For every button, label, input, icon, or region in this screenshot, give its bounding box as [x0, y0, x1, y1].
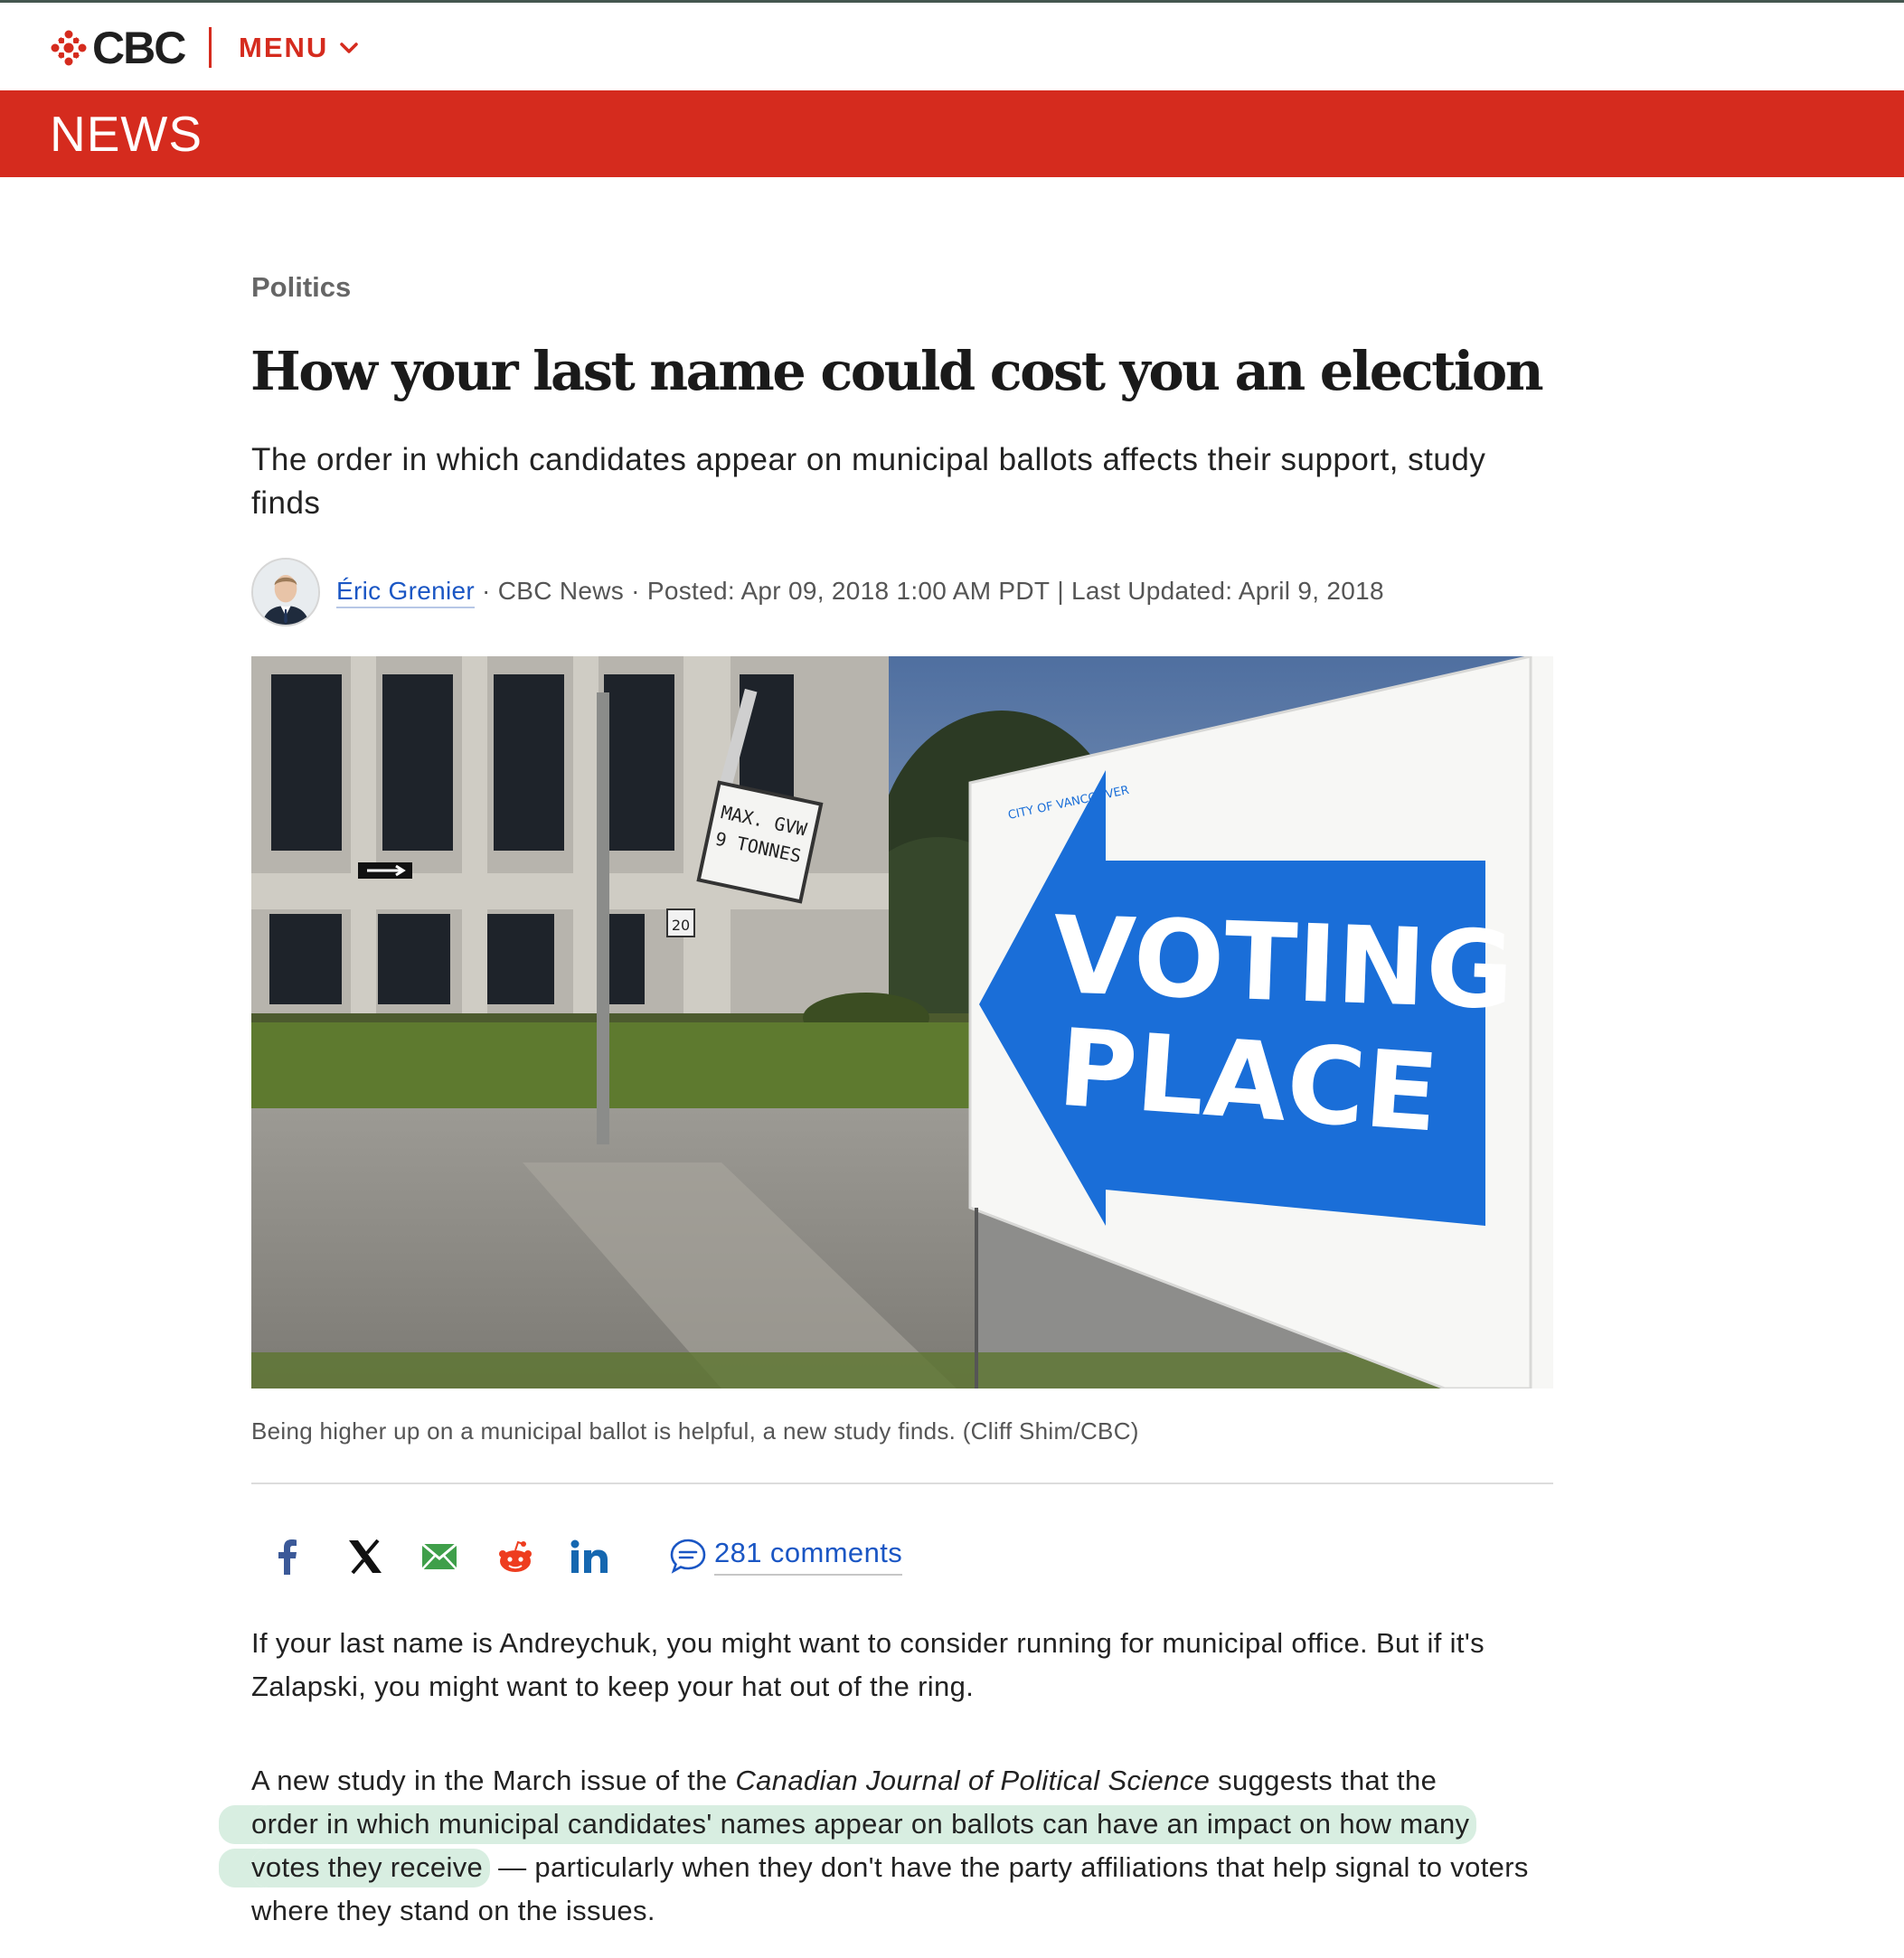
cbc-gem-icon [51, 30, 87, 66]
updated-timestamp: Last Updated: April 9, 2018 [1071, 577, 1384, 605]
highlighted-text[interactable]: order in which municipal candidates' nam… [251, 1805, 1477, 1844]
author-avatar[interactable] [251, 558, 320, 626]
journal-title: Canadian Journal of Political Science [735, 1765, 1211, 1796]
author-link[interactable]: Éric Grenier [336, 576, 475, 608]
share-x-button[interactable] [342, 1535, 389, 1578]
share-bar: 281 comments [251, 1520, 1553, 1593]
share-email-button[interactable] [416, 1535, 463, 1578]
comments-link[interactable]: 281 comments [669, 1533, 903, 1578]
caption-divider [251, 1483, 1553, 1484]
highlighted-text[interactable]: votes they receive [251, 1849, 491, 1887]
voting-place-photo: MAX. GVW 9 TONNES 20 CITY OF VANCOUVER V… [251, 656, 1553, 1388]
header-divider [209, 27, 212, 68]
image-caption: Being higher up on a municipal ballot is… [251, 1417, 1139, 1445]
article-deck: The order in which candidates appear on … [251, 442, 1486, 521]
share-facebook-button[interactable] [264, 1535, 311, 1578]
paragraph-text: suggests that the [1210, 1765, 1437, 1796]
comments-count: 281 comments [714, 1537, 903, 1576]
article-paragraph: If your last name is Andreychuk, you mig… [251, 1627, 1485, 1702]
byline-text: Éric Grenier · CBC News · Posted: Apr 09… [336, 576, 1384, 608]
speed-sign-text: 20 [672, 917, 690, 934]
cbc-logo[interactable]: CBC [51, 23, 186, 73]
byline-separator: · [474, 577, 498, 605]
email-icon [421, 1543, 457, 1570]
menu-label: MENU [239, 32, 329, 63]
byline-separator: | [1050, 577, 1072, 605]
section-link[interactable]: Politics [251, 271, 351, 304]
byline-separator: · [624, 577, 647, 605]
byline-outlet: CBC News [497, 577, 625, 605]
share-linkedin-button[interactable] [566, 1535, 613, 1578]
news-section-banner: NEWS [0, 90, 1904, 177]
chevron-down-icon [340, 42, 359, 53]
x-icon [349, 1539, 382, 1574]
paragraph-text: A new study in the March issue of the [251, 1765, 736, 1796]
reddit-icon [499, 1540, 532, 1572]
menu-button[interactable]: MENU [239, 28, 359, 68]
author-portrait-icon [253, 560, 318, 625]
comment-bubble-icon [670, 1539, 706, 1574]
sign-place-text: PLACE [1054, 1005, 1442, 1156]
share-reddit-button[interactable] [492, 1535, 539, 1578]
site-header: CBC MENU [0, 3, 1904, 90]
cbc-wordmark: CBC [92, 23, 186, 73]
linkedin-icon [570, 1539, 608, 1573]
hero-image: MAX. GVW 9 TONNES 20 CITY OF VANCOUVER V… [251, 656, 1553, 1388]
news-section-link[interactable]: NEWS [50, 103, 203, 165]
posted-timestamp: Posted: Apr 09, 2018 1:00 AM PDT [646, 577, 1051, 605]
byline: Éric Grenier · CBC News · Posted: Apr 09… [251, 556, 1384, 628]
article-headline: How your last name could cost you an ele… [250, 340, 1544, 402]
article-paragraph: A new study in the March issue of the Ca… [251, 1759, 1553, 1933]
facebook-icon [278, 1539, 297, 1575]
